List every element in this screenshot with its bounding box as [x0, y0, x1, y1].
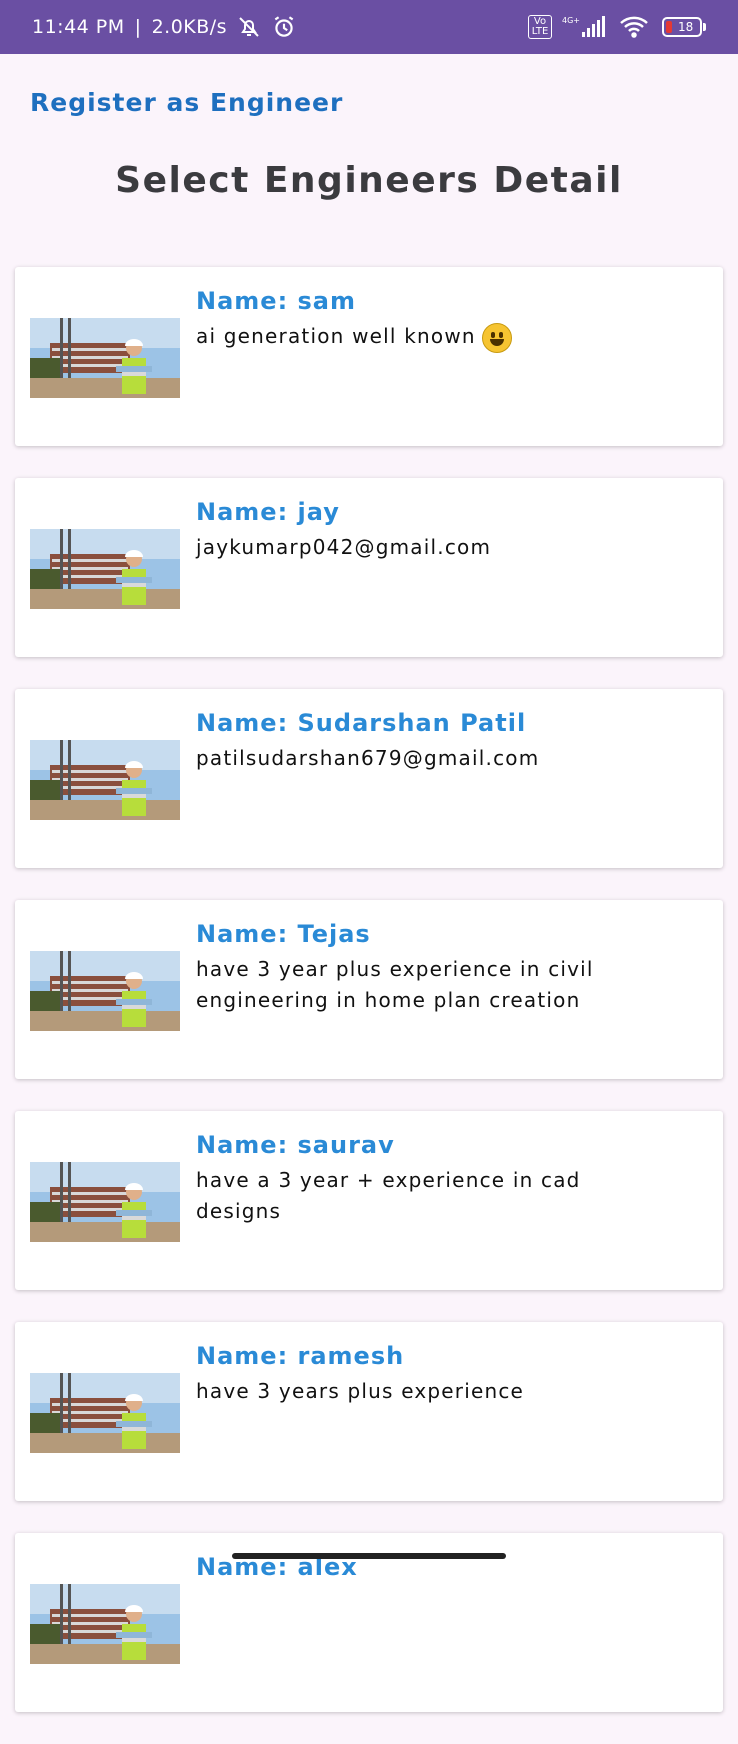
register-as-engineer-link[interactable]: Register as Engineer — [30, 88, 343, 117]
wifi-icon — [618, 15, 652, 39]
battery-level: 18 — [678, 20, 694, 34]
engineer-card-text: Name: jay jaykumarp042@gmail.com — [196, 498, 653, 563]
mute-icon — [237, 15, 261, 39]
engineer-card-text: Name: Tejas have 3 year plus experience … — [196, 920, 653, 1016]
engineer-card-2[interactable]: Name: Sudarshan Patil patilsudarshan679@… — [15, 689, 723, 868]
engineer-card-text: Name: sam ai generation well known — [196, 287, 653, 353]
signal-icon: 4G+ — [562, 15, 608, 39]
status-right: Vo LTE 4G+ 18 — [528, 15, 706, 39]
engineer-name: Name: ramesh — [196, 1342, 405, 1370]
engineer-description: jaykumarp042@gmail.com — [196, 535, 492, 559]
network-type: 4G+ — [562, 16, 580, 25]
engineer-card-3[interactable]: Name: Tejas have 3 year plus experience … — [15, 900, 723, 1079]
status-time: 11:44 PM — [32, 16, 125, 38]
engineer-description: patilsudarshan679@gmail.com — [196, 746, 540, 770]
alarm-icon — [271, 14, 297, 40]
engineer-card-4[interactable]: Name: saurav have a 3 year + experience … — [15, 1111, 723, 1290]
engineer-photo — [30, 529, 180, 609]
engineer-photo — [30, 1162, 180, 1242]
engineer-card-6[interactable]: Name: alex — [15, 1533, 723, 1712]
engineer-list[interactable]: Name: sam ai generation well known Name:… — [15, 267, 723, 1744]
engineer-name: Name: sam — [196, 287, 357, 315]
grinning-face-emoji — [481, 322, 512, 353]
engineer-card-5[interactable]: Name: ramesh have 3 years plus experienc… — [15, 1322, 723, 1501]
battery-icon: 18 — [662, 17, 706, 37]
engineer-name: Name: saurav — [196, 1131, 395, 1159]
engineer-name: Name: jay — [196, 498, 340, 526]
engineer-card-text: Name: ramesh have 3 years plus experienc… — [196, 1342, 653, 1407]
home-indicator[interactable] — [232, 1553, 506, 1559]
engineer-photo — [30, 1373, 180, 1453]
engineer-photo — [30, 951, 180, 1031]
engineer-photo — [30, 740, 180, 820]
engineer-name: Name: Sudarshan Patil — [196, 709, 527, 737]
engineer-description: have 3 year plus experience in civil eng… — [196, 957, 594, 1012]
engineer-card-1[interactable]: Name: jay jaykumarp042@gmail.com — [15, 478, 723, 657]
page-title: Select Engineers Detail — [115, 160, 623, 201]
engineer-photo — [30, 1584, 180, 1664]
engineer-name: Name: Tejas — [196, 920, 371, 948]
engineer-card-text: Name: saurav have a 3 year + experience … — [196, 1131, 653, 1227]
engineer-card-0[interactable]: Name: sam ai generation well known — [15, 267, 723, 446]
engineer-card-text: Name: Sudarshan Patil patilsudarshan679@… — [196, 709, 653, 774]
volte-badge: Vo LTE — [528, 15, 552, 39]
engineer-description: have 3 years plus experience — [196, 1379, 525, 1403]
engineer-description: have a 3 year + experience in cad design… — [196, 1168, 581, 1223]
status-bar: 11:44 PM | 2.0KB/s Vo LTE 4G+ 18 — [0, 0, 738, 54]
status-left: 11:44 PM | 2.0KB/s — [32, 14, 297, 40]
battery-fill — [666, 21, 672, 33]
engineer-description: ai generation well known — [196, 321, 653, 353]
battery-tip — [703, 23, 706, 31]
status-separator: | — [134, 16, 142, 38]
status-net-speed: 2.0KB/s — [151, 16, 228, 38]
battery-body: 18 — [662, 17, 702, 37]
engineer-photo — [30, 318, 180, 398]
